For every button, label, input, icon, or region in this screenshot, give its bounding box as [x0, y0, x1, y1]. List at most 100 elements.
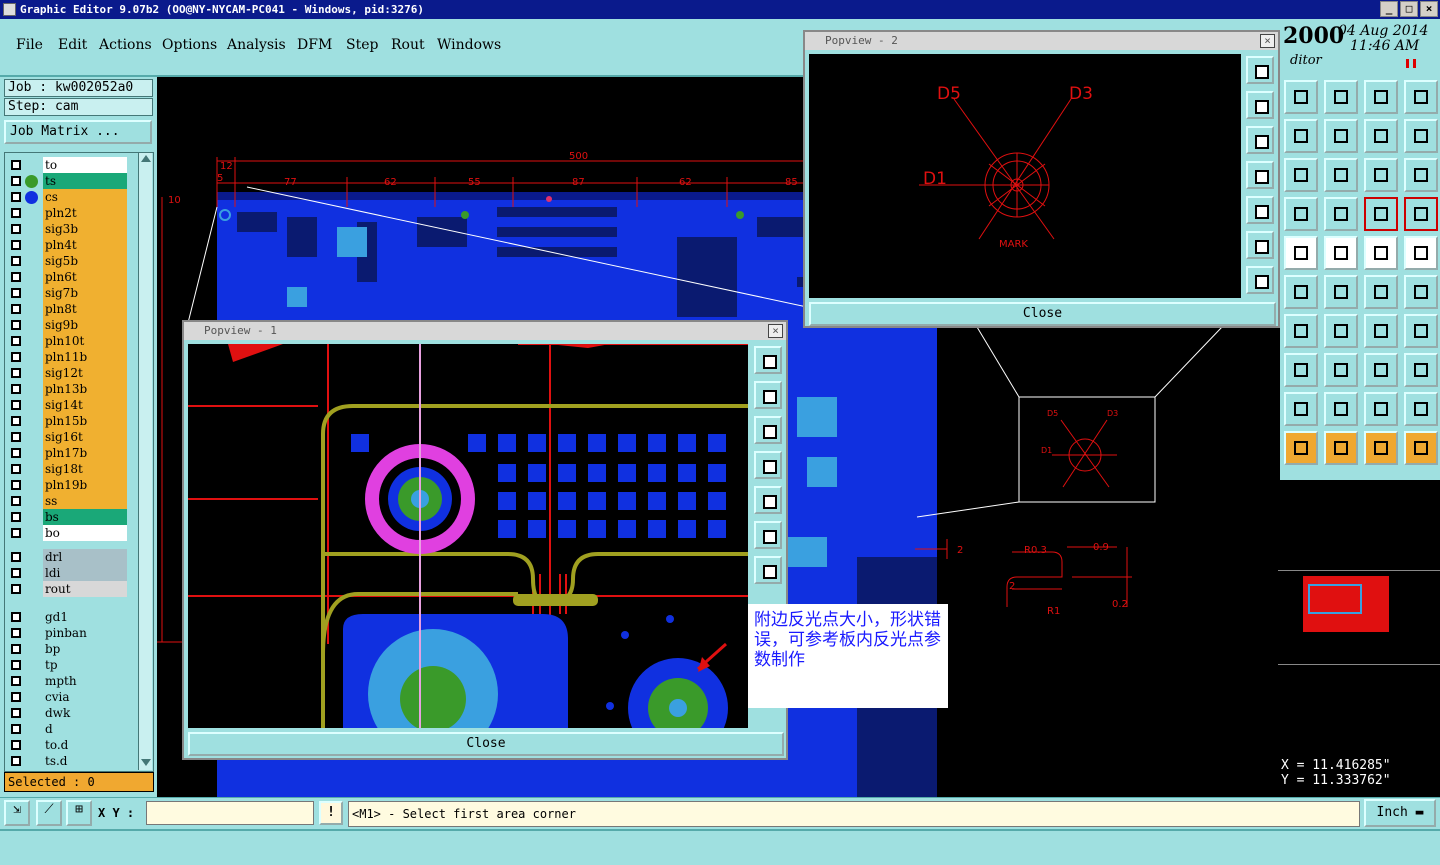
layer-icon[interactable] [1284, 119, 1318, 153]
menu-options[interactable]: Options [162, 37, 217, 53]
layer-checkbox[interactable] [11, 160, 21, 170]
layer-row[interactable]: pln6t [7, 269, 129, 285]
layer-name[interactable]: rout [43, 581, 127, 597]
move-icon[interactable] [1364, 275, 1398, 309]
drc2-icon[interactable] [1324, 392, 1358, 426]
menu-step[interactable]: Step [346, 37, 378, 53]
drc4-icon[interactable] [1404, 392, 1438, 426]
select2-icon[interactable] [1324, 431, 1358, 465]
layer-row[interactable]: sig7b [7, 285, 129, 301]
layer-name[interactable]: d [43, 721, 127, 737]
layer-name[interactable]: cs [43, 189, 127, 205]
angle-icon[interactable] [1284, 314, 1318, 348]
layer-checkbox[interactable] [11, 176, 21, 186]
layer-name[interactable]: dwk [43, 705, 127, 721]
layer-checkbox[interactable] [11, 272, 21, 282]
move2-icon[interactable] [1404, 275, 1438, 309]
step-icon[interactable] [1284, 80, 1318, 114]
pv1-pan-right-button[interactable] [754, 486, 782, 514]
xy-input[interactable] [146, 801, 314, 825]
layer-name[interactable]: sig3b [43, 221, 127, 237]
layer-checkbox[interactable] [11, 480, 21, 490]
pv1-zoom-in-button[interactable] [754, 521, 782, 549]
popview-2-titlebar[interactable]: Popview - 2 × [805, 32, 1278, 50]
layer-checkbox[interactable] [11, 448, 21, 458]
layer-checkbox[interactable] [11, 384, 21, 394]
layer-checkbox[interactable] [11, 432, 21, 442]
layer-name[interactable]: pln17b [43, 445, 127, 461]
layer-name[interactable]: ts.d [43, 753, 127, 769]
pv2-pan-up-button[interactable] [1246, 91, 1274, 119]
popview-1-titlebar[interactable]: Popview - 1 × [184, 322, 786, 340]
layer-row[interactable]: mpth [7, 673, 129, 689]
layer-row[interactable]: pln4t [7, 237, 129, 253]
layer-row[interactable]: gd1 [7, 609, 129, 625]
drc3-icon[interactable] [1364, 392, 1398, 426]
split-icon[interactable] [1324, 353, 1358, 387]
help-icon[interactable] [1404, 158, 1438, 192]
measure-icon[interactable]: ⟋ [36, 800, 62, 826]
layer-checkbox[interactable] [11, 496, 21, 506]
layer-name[interactable]: ss [43, 493, 127, 509]
layer-row[interactable]: ts [7, 173, 129, 189]
layer-row[interactable]: sig18t [7, 461, 129, 477]
cross-icon[interactable] [1324, 275, 1358, 309]
layer-checkbox[interactable] [11, 208, 21, 218]
copy-icon[interactable] [1324, 119, 1358, 153]
node-icon[interactable] [1284, 353, 1318, 387]
pv1-pan-down-button[interactable] [754, 416, 782, 444]
drc-icon[interactable] [1284, 392, 1318, 426]
layer-name[interactable]: pln6t [43, 269, 127, 285]
layer-checkbox[interactable] [11, 660, 21, 670]
minimize-button[interactable]: _ [1380, 1, 1398, 17]
pause-icon[interactable] [1406, 59, 1416, 68]
layer-name[interactable]: pln15b [43, 413, 127, 429]
layer-name[interactable]: drl [43, 549, 127, 565]
layer-name[interactable]: pln13b [43, 381, 127, 397]
align-icon[interactable] [1404, 314, 1438, 348]
layer-checkbox[interactable] [11, 352, 21, 362]
pv2-pan-right-button[interactable] [1246, 196, 1274, 224]
popview-1-close-icon[interactable]: × [768, 324, 783, 338]
layer-row[interactable]: drl [7, 549, 129, 565]
layer-name[interactable]: sig5b [43, 253, 127, 269]
menu-edit[interactable]: Edit [58, 37, 87, 53]
layer-name[interactable]: gd1 [43, 609, 127, 625]
layer-row[interactable]: cvia [7, 689, 129, 705]
layer-checkbox[interactable] [11, 512, 21, 522]
layer-checkbox[interactable] [11, 612, 21, 622]
layer-checkbox[interactable] [11, 464, 21, 474]
layer-checkbox[interactable] [11, 336, 21, 346]
line-icon[interactable] [1324, 236, 1358, 270]
pen-icon[interactable] [1284, 197, 1318, 231]
popview-2-canvas[interactable]: D5 D3 D1 MARK [809, 54, 1241, 298]
save-icon[interactable] [1324, 80, 1358, 114]
layer-row[interactable]: sig12t [7, 365, 129, 381]
layer-name[interactable]: sig7b [43, 285, 127, 301]
layer-row[interactable]: to [7, 157, 129, 173]
layer-checkbox[interactable] [11, 320, 21, 330]
home-icon[interactable] [1364, 80, 1398, 114]
pv1-zoom-button[interactable] [754, 346, 782, 374]
net-icon[interactable] [1364, 197, 1398, 231]
layer-checkbox[interactable] [11, 584, 21, 594]
snap-node-icon[interactable] [1284, 275, 1318, 309]
layer-name[interactable]: pln4t [43, 237, 127, 253]
layer-row[interactable]: ts.d [7, 753, 129, 769]
layer-name[interactable]: pln11b [43, 349, 127, 365]
snap-icon[interactable]: ⇲ [4, 800, 30, 826]
layer-checkbox[interactable] [11, 304, 21, 314]
layer-row[interactable]: pln11b [7, 349, 129, 365]
select3-icon[interactable] [1364, 431, 1398, 465]
measure-icon[interactable] [1364, 353, 1398, 387]
layer-name[interactable]: sig9b [43, 317, 127, 333]
layer-row[interactable]: to.d [7, 737, 129, 753]
layer-row[interactable]: cs [7, 189, 129, 205]
layer-row[interactable]: pinban [7, 625, 129, 641]
fit-icon[interactable] [1284, 158, 1318, 192]
popview-2-close-button[interactable]: Close [809, 302, 1276, 326]
zoom-icon[interactable] [1324, 158, 1358, 192]
undo-icon[interactable] [1364, 119, 1398, 153]
ruler-icon[interactable] [1364, 236, 1398, 270]
layer-name[interactable]: ts [43, 173, 127, 189]
